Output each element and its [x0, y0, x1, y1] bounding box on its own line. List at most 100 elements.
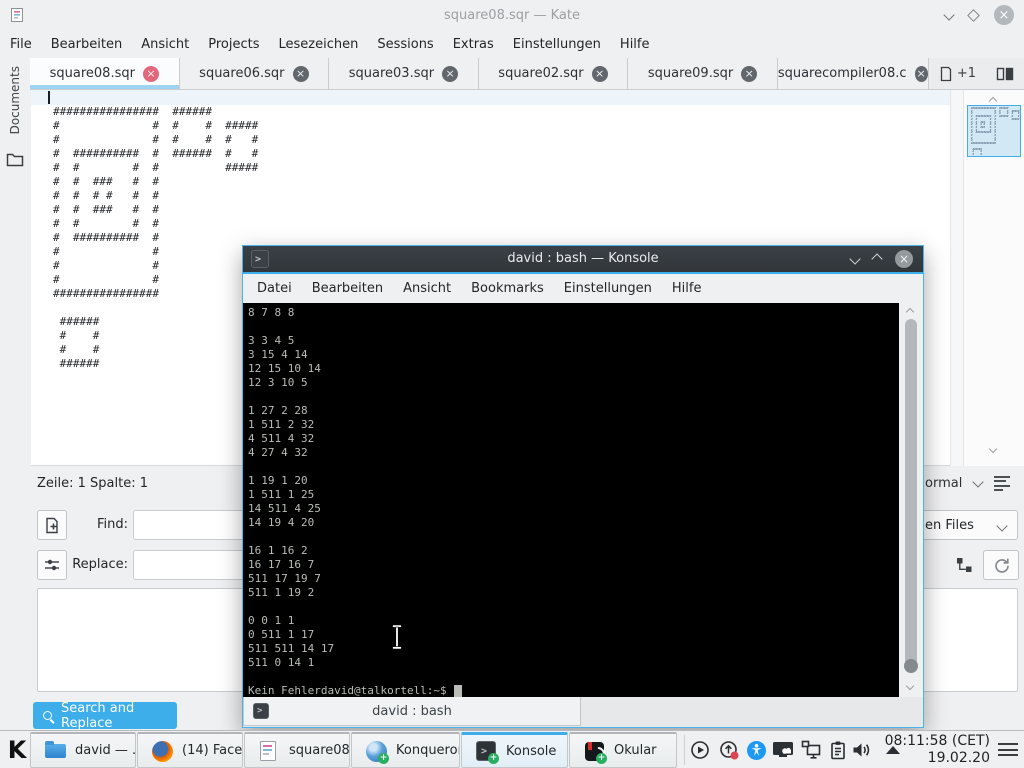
tab-close-icon[interactable]: × [442, 65, 459, 82]
scrollbar-handle-dot[interactable] [904, 659, 918, 673]
tab-close-icon[interactable]: × [741, 65, 758, 82]
digital-clock[interactable]: 08:11:58 (CET) 19.02.20 [885, 733, 990, 767]
split-view-button[interactable] [986, 58, 1024, 89]
konsole-menu-ansicht[interactable]: Ansicht [403, 281, 451, 296]
document-plus-icon [45, 517, 58, 533]
konsole-window: > david : bash — Konsole × Datei Bearbei… [242, 245, 924, 728]
filesystem-browser-icon[interactable] [6, 152, 24, 168]
media-player-icon[interactable] [689, 739, 711, 761]
terminal-area[interactable]: 8 7 8 8 3 3 4 5 3 15 4 14 12 15 10 14 12… [243, 303, 899, 697]
tab-label: square03.sqr [348, 66, 435, 81]
search-and-replace-label: Search and Replace [61, 700, 135, 731]
screen-cloud-icon[interactable] [772, 739, 794, 761]
firefox-icon [152, 739, 174, 763]
clock-date: 19.02.20 [927, 750, 990, 766]
sidebar-tab-documents[interactable]: Documents [8, 66, 22, 138]
kate-menu-lesezeichen[interactable]: Lesezeichen [278, 37, 358, 52]
accessibility-icon[interactable] [745, 739, 767, 761]
editor-scrollbar-track[interactable] [950, 90, 963, 466]
chevron-down-icon[interactable] [972, 475, 984, 488]
tab-close-icon[interactable]: × [142, 65, 159, 82]
konsole-maximize-icon[interactable] [871, 253, 883, 265]
tab-close-icon[interactable]: × [591, 65, 608, 82]
konsole-menu-bearbeiten[interactable]: Bearbeiten [312, 281, 383, 296]
konsole-menu-datei[interactable]: Datei [257, 281, 292, 296]
kate-menu-einstellungen[interactable]: Einstellungen [513, 37, 601, 52]
split-view-icon [996, 67, 1014, 80]
mouse-ibeam-cursor [391, 624, 403, 650]
refresh-icon [994, 558, 1009, 573]
task-dolphin-david[interactable]: david — ... [30, 732, 136, 768]
network-connections-icon[interactable] [800, 739, 822, 761]
scroll-down-icon[interactable] [905, 681, 915, 691]
scrollbar-thumb[interactable] [905, 319, 917, 667]
tab-label: square08.sqr [49, 66, 135, 81]
application-launcher-kde-icon[interactable]: K [3, 735, 31, 765]
tab-label: square09.sqr [647, 66, 734, 81]
konsole-menu-hilfe[interactable]: Hilfe [672, 281, 702, 296]
clipboard-icon[interactable] [827, 739, 849, 761]
find-label: Find: [96, 517, 128, 532]
kate-menu-bearbeiten[interactable]: Bearbeiten [51, 37, 122, 52]
panel-menu-icon[interactable] [998, 743, 1018, 756]
task-konsole[interactable]: > + Konsole [461, 732, 568, 768]
plus-badge: + [488, 753, 499, 764]
tab-david-bash[interactable]: > david : bash [243, 697, 581, 726]
kate-close-icon[interactable]: × [994, 5, 1014, 25]
tab-square02-sqr[interactable]: square02.sqr × [478, 58, 629, 89]
konsole-titlebar[interactable]: > david : bash — Konsole × [243, 246, 923, 272]
konqueror-globe-icon: + [366, 739, 389, 764]
tab-close-icon[interactable]: × [292, 65, 309, 82]
task-konqueror[interactable]: + Konqueror [351, 732, 460, 768]
scroll-up-icon[interactable] [905, 307, 915, 317]
terminal-block-cursor [453, 684, 462, 697]
more-documents-button[interactable]: +1 [929, 58, 986, 89]
search-and-replace-tab-button[interactable]: Search and Replace [33, 700, 177, 731]
plus-badge: + [378, 752, 389, 764]
editor-minimap[interactable]: ################ ###### # # # # ##### # … [963, 90, 1024, 466]
kate-document-icon [259, 739, 281, 763]
minimap-viewport[interactable]: ################ ###### # # # # ##### # … [967, 105, 1021, 157]
tab-square09-sqr[interactable]: square09.sqr × [628, 58, 778, 89]
kate-menubar: File Bearbeiten Ansicht Projects Lesezei… [0, 30, 1024, 58]
tab-square03-sqr[interactable]: square03.sqr × [329, 58, 479, 89]
kate-menu-sessions[interactable]: Sessions [377, 37, 433, 52]
new-search-tab-button[interactable] [37, 510, 67, 540]
task-label: Konqueror [396, 743, 460, 758]
task-label: square08.... [289, 743, 350, 758]
kate-menu-file[interactable]: File [10, 37, 32, 52]
kate-tabbar: square08.sqr × square06.sqr × square03.s… [30, 58, 1024, 90]
text-lines-icon[interactable] [994, 476, 1011, 491]
tab-square08-sqr[interactable]: square08.sqr × [30, 58, 180, 89]
expand-results-tree-icon[interactable] [955, 556, 973, 574]
konsole-close-icon[interactable]: × [895, 250, 913, 268]
software-updates-icon[interactable] [718, 739, 740, 761]
kate-menu-extras[interactable]: Extras [453, 37, 494, 52]
terminal-scrollbar[interactable] [899, 303, 923, 697]
task-okular[interactable]: + Okular [569, 732, 677, 768]
tab-close-icon[interactable]: × [914, 65, 928, 82]
input-mode-status[interactable]: ormal [925, 476, 962, 491]
tab-squarecompiler08-c[interactable]: squarecompiler08.c × [777, 58, 929, 89]
folder-icon [45, 739, 67, 763]
terminal-tab-icon: > [253, 703, 269, 719]
task-kate-square08[interactable]: square08.... [244, 732, 350, 768]
konsole-menu-bookmarks[interactable]: Bookmarks [471, 281, 544, 296]
kate-menu-projects[interactable]: Projects [208, 37, 259, 52]
tab-square06-sqr[interactable]: square06.sqr × [179, 58, 330, 89]
kate-menu-hilfe[interactable]: Hilfe [620, 37, 650, 52]
konsole-minimize-icon[interactable] [849, 253, 861, 265]
kate-left-sidebar: Documents [0, 58, 30, 730]
konsole-menu-einstellungen[interactable]: Einstellungen [564, 281, 652, 296]
plus-badge: + [596, 752, 607, 764]
kate-menu-ansicht[interactable]: Ansicht [141, 37, 189, 52]
kate-minimize-icon[interactable] [943, 9, 955, 21]
tab-label: squarecompiler08.c [777, 66, 907, 81]
volume-icon[interactable] [851, 739, 873, 761]
scroll-up-icon[interactable] [988, 96, 998, 106]
scroll-down-icon[interactable] [988, 444, 998, 454]
refresh-search-button[interactable] [983, 550, 1019, 580]
task-firefox-facebook[interactable]: (14) Face... [137, 732, 243, 768]
kate-maximize-icon[interactable] [967, 8, 980, 22]
kate-titlebar[interactable]: square08.sqr — Kate × [0, 0, 1024, 30]
